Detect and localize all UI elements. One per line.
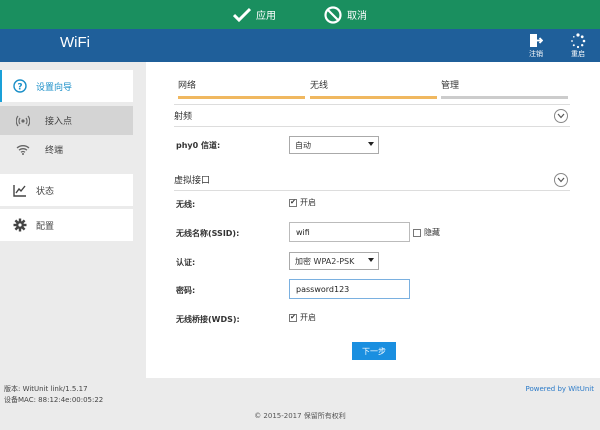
dropdown-arrow-icon: [368, 258, 374, 262]
brand-title: WiFi: [60, 34, 90, 51]
checkbox-label: 开启: [300, 313, 316, 322]
header: WiFi 注销 重启: [0, 29, 600, 62]
sidebar-item-config[interactable]: 配置: [0, 209, 133, 241]
step-management[interactable]: 管理: [441, 78, 568, 99]
line-chart-icon: [12, 184, 28, 197]
step-progress-bar: [310, 96, 437, 99]
step-progress-bar: [178, 96, 305, 99]
gear-icon: [12, 218, 28, 232]
mac-text: 设备MAC: 88:12:4e:00:05:22: [4, 396, 104, 404]
password-input[interactable]: [289, 279, 410, 299]
logout-label: 注销: [529, 50, 543, 58]
wds-label: 无线桥接(WDS):: [176, 315, 240, 324]
wireless-label: 无线:: [176, 200, 196, 209]
section-title: 虚拟接口: [174, 176, 211, 186]
sidebar-item-label: 设置向导: [36, 82, 73, 93]
wifi-icon: [15, 144, 31, 155]
restart-label: 重启: [571, 50, 585, 58]
next-button[interactable]: 下一步: [352, 342, 396, 360]
step-wireless[interactable]: 无线: [310, 78, 437, 99]
chevron-down-icon[interactable]: [554, 109, 568, 123]
channel-label: phy0 信道:: [176, 141, 221, 150]
step-label: 管理: [441, 81, 460, 91]
checkbox-checked-icon: ✔: [289, 198, 297, 207]
restart-button[interactable]: 重启: [565, 33, 591, 59]
auth-label: 认证:: [176, 258, 196, 267]
sidebar-item-label: 状态: [36, 186, 55, 197]
ssid-input[interactable]: [289, 222, 410, 242]
sidebar-item-label: 配置: [36, 221, 55, 232]
cancel-icon: [324, 5, 342, 24]
copyright-text: © 2015-2017 保留所有权利: [254, 412, 346, 420]
device-info: 版本: WitUnit link/1.5.17 设备MAC: 88:12:4e:…: [4, 384, 103, 406]
sidebar-subitem-client[interactable]: 终端: [0, 135, 133, 164]
password-label: 密码:: [176, 286, 196, 295]
wds-enable-checkbox[interactable]: ✔ 开启: [289, 312, 316, 323]
auth-select-value: 加密 WPA2-PSK: [295, 256, 355, 266]
apply-label: 应用: [256, 11, 276, 22]
cancel-label: 取消: [347, 11, 367, 22]
sidebar-subitem-label: 接入点: [45, 117, 73, 127]
action-bar: 应用 取消: [0, 0, 600, 29]
chevron-down-icon[interactable]: [554, 173, 568, 187]
hidden-ssid-checkbox[interactable]: 隐藏: [413, 227, 440, 238]
restart-icon: [565, 33, 591, 49]
step-progress-bar: [441, 96, 568, 99]
channel-select[interactable]: 自动: [289, 136, 379, 154]
wireless-enable-checkbox[interactable]: ✔ 开启: [289, 197, 316, 208]
access-point-icon: [15, 115, 31, 127]
apply-button[interactable]: 应用: [233, 4, 276, 25]
logout-icon: [523, 33, 549, 49]
sidebar-subitem-access-point[interactable]: 接入点: [0, 106, 133, 135]
main-panel: 网络 无线 管理 射频 phy0 信道: 自动 虚拟接口 无线: ✔ 开启 无线…: [146, 62, 600, 378]
ssid-label: 无线名称(SSID):: [176, 229, 240, 238]
auth-select[interactable]: 加密 WPA2-PSK: [289, 252, 379, 270]
checkbox-label: 隐藏: [424, 228, 440, 237]
help-circle-icon: ?: [12, 79, 28, 93]
svg-text:?: ?: [17, 83, 22, 93]
version-text: 版本: WitUnit link/1.5.17: [4, 385, 88, 393]
section-radio: 射频: [174, 105, 570, 127]
step-label: 无线: [310, 81, 329, 91]
checkbox-unchecked-icon: [413, 228, 421, 237]
step-network[interactable]: 网络: [178, 78, 305, 99]
section-title: 射频: [174, 112, 193, 122]
sidebar-subitem-label: 终端: [45, 146, 64, 156]
step-label: 网络: [178, 81, 197, 91]
checkmark-icon: [233, 7, 251, 23]
powered-by-link[interactable]: Powered by WitUnit: [525, 385, 594, 393]
section-virtual-interface: 虚拟接口: [174, 169, 570, 191]
sidebar-item-status[interactable]: 状态: [0, 174, 133, 206]
cancel-button[interactable]: 取消: [324, 4, 367, 25]
logout-button[interactable]: 注销: [523, 33, 549, 59]
checkbox-label: 开启: [300, 198, 316, 207]
checkbox-checked-icon: ✔: [289, 313, 297, 322]
channel-select-value: 自动: [295, 140, 311, 150]
sidebar-item-wizard[interactable]: ? 设置向导: [0, 70, 133, 102]
dropdown-arrow-icon: [368, 142, 374, 146]
